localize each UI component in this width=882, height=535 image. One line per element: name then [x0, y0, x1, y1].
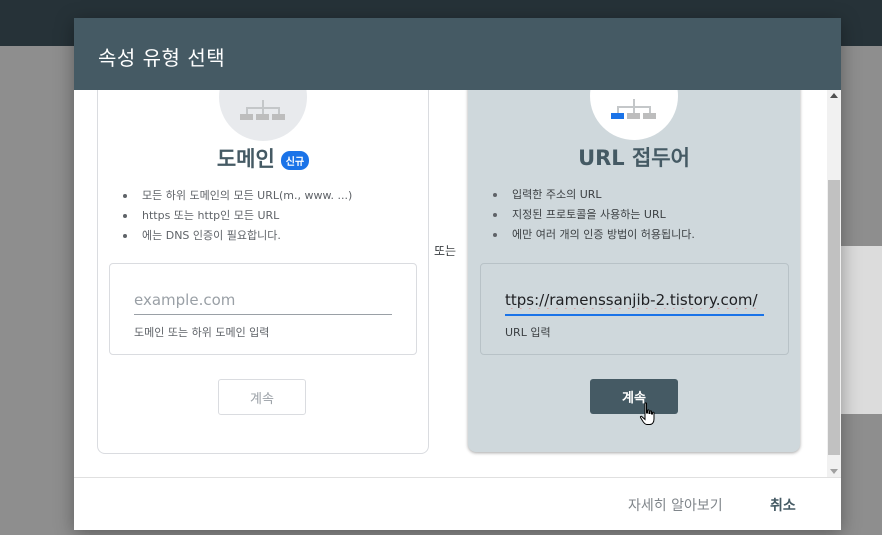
new-badge: 신규 [280, 150, 310, 170]
domain-title: 도메인 신규 [98, 143, 428, 173]
list-item: 지정된 프로토콜을 사용하는 URL [490, 205, 695, 225]
url-prefix-illustration [590, 90, 678, 140]
url-input[interactable] [505, 286, 764, 316]
dialog-footer: 자세히 알아보기 취소 [74, 477, 841, 530]
learn-more-button[interactable]: 자세히 알아보기 [628, 495, 723, 515]
domain-feature-list: 모든 하위 도메인의 모든 URL(m., www. ...) https 또는… [120, 186, 352, 246]
url-prefix-continue-button[interactable]: 계속 [590, 379, 678, 414]
cancel-button[interactable]: 취소 [770, 495, 796, 515]
sitemap-icon [611, 99, 657, 121]
url-input-helper: URL 입력 [505, 326, 551, 339]
list-item: 에만 여러 개의 인증 방법이 허용됩니다. [490, 225, 695, 245]
hand-pointer-icon [639, 402, 655, 425]
scrollbar-thumb[interactable] [828, 180, 840, 455]
url-prefix-card[interactable]: URL 접두어 입력한 주소의 URL 지정된 프로토콜을 사용하는 URL 에… [468, 90, 800, 452]
domain-input-box: 도메인 또는 하위 도메인 입력 [109, 263, 417, 355]
domain-card[interactable]: 도메인 신규 모든 하위 도메인의 모든 URL(m., www. ...) ht… [97, 90, 429, 454]
list-item: 입력한 주소의 URL [490, 185, 695, 205]
scroll-down-arrow-icon[interactable] [830, 469, 838, 474]
sitemap-icon [240, 100, 286, 122]
domain-input[interactable] [134, 286, 392, 315]
url-prefix-feature-list: 입력한 주소의 URL 지정된 프로토콜을 사용하는 URL 에만 여러 개의 … [490, 185, 695, 245]
url-input-box: URL 입력 [480, 263, 789, 355]
vertical-scrollbar[interactable] [827, 90, 841, 477]
dialog-header: 속성 유형 선택 [74, 18, 841, 90]
list-item: 모든 하위 도메인의 모든 URL(m., www. ...) [120, 186, 352, 206]
list-item: 에는 DNS 인증이 필요합니다. [120, 226, 352, 246]
domain-illustration [219, 90, 307, 141]
scroll-up-arrow-icon[interactable] [830, 93, 838, 98]
or-separator: 또는 [434, 244, 457, 258]
domain-continue-button[interactable]: 계속 [218, 379, 306, 415]
domain-input-helper: 도메인 또는 하위 도메인 입력 [134, 326, 270, 339]
dialog-title: 속성 유형 선택 [98, 46, 226, 70]
list-item: https 또는 http인 모든 URL [120, 206, 352, 226]
background-card [841, 246, 882, 414]
url-prefix-title: URL 접두어 [578, 146, 690, 170]
dialog-content: 도메인 신규 모든 하위 도메인의 모든 URL(m., www. ...) ht… [74, 90, 841, 477]
property-type-dialog: 속성 유형 선택 도메인 신규 모든 하위 도메인의 모든 URL(m., www… [74, 18, 841, 530]
